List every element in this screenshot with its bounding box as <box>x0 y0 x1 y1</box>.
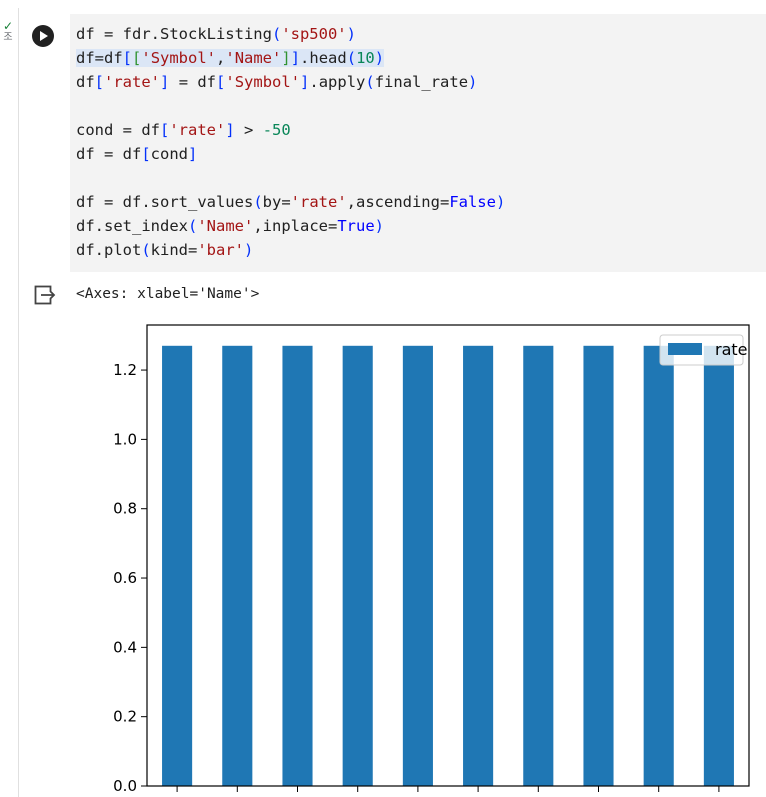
cell-status: ✓ 조 <box>0 20 16 44</box>
y-tick-label: 0.6 <box>113 569 137 587</box>
code-line-8: df = df.sort_values(by='rate',ascending=… <box>76 193 506 211</box>
bar <box>282 345 313 786</box>
bar <box>342 345 373 786</box>
bar <box>463 345 494 786</box>
bar <box>162 345 193 786</box>
bar <box>222 345 253 786</box>
check-icon: ✓ <box>2 19 14 33</box>
code-editor[interactable]: df = fdr.StockListing('sp500') df=df[['S… <box>70 14 766 272</box>
bar-chart: 0.0 0.2 0.4 0.6 0.8 1.0 1.2 rate <box>113 324 750 795</box>
legend-swatch <box>668 343 702 355</box>
run-cell-button[interactable] <box>32 25 54 47</box>
y-tick-label: 0.4 <box>113 638 137 656</box>
code-line-5: cond = df['rate'] > -50 <box>76 121 291 139</box>
code-line-1: df = fdr.StockListing('sp500') <box>76 25 356 43</box>
legend-label: rate <box>715 340 748 359</box>
output-menu-icon[interactable] <box>34 284 56 306</box>
code-line-6: df = df[cond] <box>76 145 198 163</box>
y-tick-label: 0.0 <box>113 777 137 795</box>
bar <box>583 345 614 786</box>
y-tick-label: 0.8 <box>113 500 137 518</box>
y-tick-label: 1.0 <box>113 430 137 448</box>
bar <box>402 345 433 786</box>
code-line-9: df.set_index('Name',inplace=True) <box>76 217 384 235</box>
bar <box>643 345 674 786</box>
bar <box>523 345 554 786</box>
output-text: <Axes: xlabel='Name'> <box>76 286 260 302</box>
y-tick-label: 1.2 <box>113 361 137 379</box>
code-line-2: df=df[['Symbol','Name']].head(10) <box>76 49 385 67</box>
code-line-10: df.plot(kind='bar') <box>76 241 254 259</box>
code-cell[interactable]: df = fdr.StockListing('sp500') df=df[['S… <box>18 8 766 797</box>
code-line-3: df['rate'] = df['Symbol'].apply(final_ra… <box>76 73 478 91</box>
bar <box>703 345 734 786</box>
status-label: 조 <box>3 32 13 43</box>
y-tick-label: 0.2 <box>113 708 137 726</box>
